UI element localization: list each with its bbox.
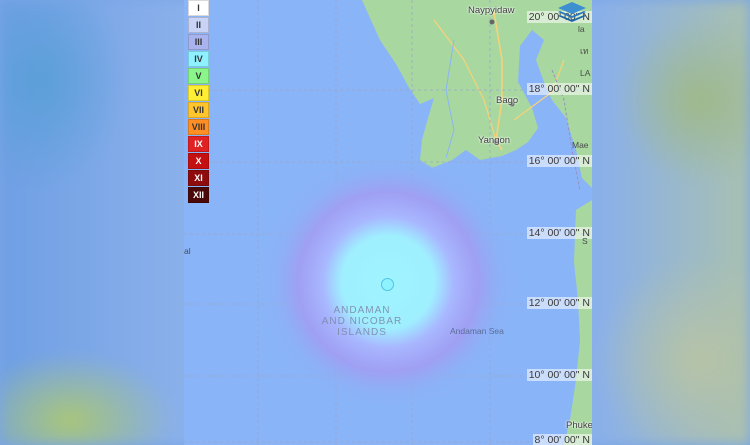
region-line: ANDAMAN xyxy=(333,305,391,316)
region-label: ANDAMAN AND NICOBAR ISLANDS xyxy=(312,305,412,338)
legend-item: XI xyxy=(188,170,209,186)
layers-button[interactable] xyxy=(556,0,588,22)
edge-label: la xyxy=(578,24,585,34)
edge-label: Mae xyxy=(572,140,589,150)
legend-item: VII xyxy=(188,102,209,118)
epicenter-marker[interactable] xyxy=(381,278,394,291)
legend-item: VIII xyxy=(188,119,209,135)
place-label-bago: Bago xyxy=(496,95,519,106)
latitude-label: 8° 00' 00" N xyxy=(532,434,592,445)
place-label-yangon: Yangon xyxy=(478,135,511,146)
intensity-legend: I II III IV V VI VII VIII IX X XI XII xyxy=(188,0,209,204)
edge-label: เท xyxy=(580,46,589,56)
latitude-label: 10° 00' 00" N xyxy=(526,369,592,381)
legend-item: X xyxy=(188,153,209,169)
sea-label-andaman: Andaman Sea xyxy=(450,326,504,336)
latitude-label: 12° 00' 00" N xyxy=(526,297,592,309)
city-marker xyxy=(489,19,495,25)
legend-item: XII xyxy=(188,187,209,203)
legend-item: V xyxy=(188,68,209,84)
legend-item: II xyxy=(188,17,209,33)
latitude-label: 18° 00' 00" N xyxy=(526,83,592,95)
legend-item: III xyxy=(188,34,209,50)
place-label-phuket: Phuket xyxy=(566,420,592,431)
edge-label: S xyxy=(582,236,588,246)
legend-item: VI xyxy=(188,85,209,101)
region-line: ISLANDS xyxy=(337,327,387,338)
map-view[interactable]: 20° 00' 00" N 18° 00' 00" N 16° 00' 00" … xyxy=(184,0,592,445)
latitude-label: 16° 00' 00" N xyxy=(526,155,592,167)
edge-label: LA xyxy=(580,68,591,78)
place-label-naypyidaw: Naypyidaw xyxy=(468,5,515,16)
legend-item: IX xyxy=(188,136,209,152)
edge-label: al xyxy=(184,246,191,256)
legend-item: IV xyxy=(188,51,209,67)
layers-icon xyxy=(558,2,586,22)
region-line: AND NICOBAR xyxy=(321,316,403,327)
legend-item: I xyxy=(188,0,209,16)
